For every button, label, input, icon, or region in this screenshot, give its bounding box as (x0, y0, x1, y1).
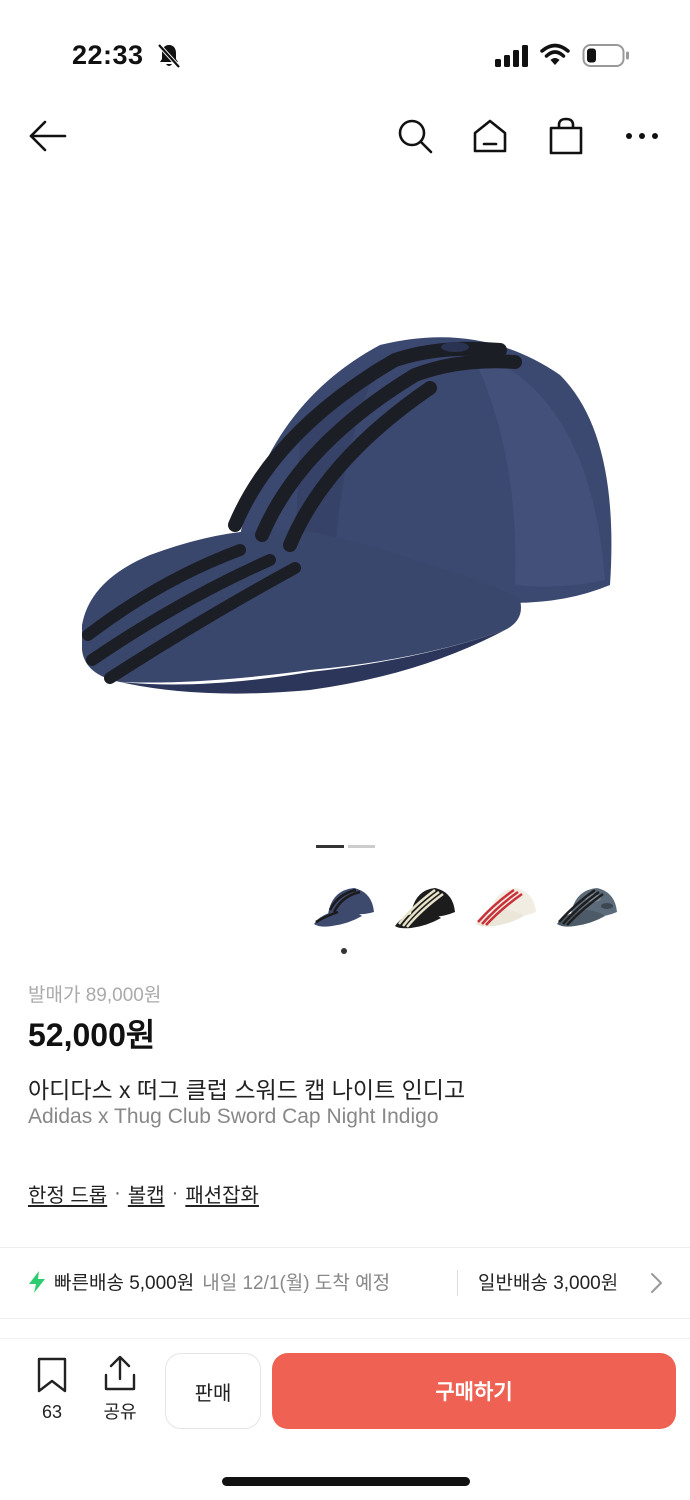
wishlist-button[interactable]: 63 (30, 1357, 74, 1423)
tag-fashion-accessories[interactable]: 패션잡화 (185, 1179, 259, 1208)
share-label: 공유 (103, 1402, 137, 1422)
more-button[interactable] (622, 116, 662, 156)
current-price: 52,000원 (28, 1017, 156, 1053)
bell-off-icon (157, 43, 181, 69)
product-name-ko: 아디다스 x 떠그 클럽 스워드 캡 나이트 인디고 (28, 1077, 466, 1103)
thumbnail-cream-red[interactable] (472, 878, 538, 936)
product-name-en: Adidas x Thug Club Sword Cap Night Indig… (28, 1105, 439, 1128)
search-icon (398, 119, 433, 154)
divider (0, 1247, 690, 1248)
home-button[interactable] (470, 116, 510, 156)
tag-separator: · (114, 1182, 121, 1204)
release-price: 발매가 89,000원 (28, 985, 162, 1006)
wifi-icon (540, 43, 570, 65)
pager-indicator-active (316, 845, 344, 848)
chevron-right-icon[interactable] (648, 1272, 664, 1294)
buy-button[interactable]: 구매하기 (272, 1353, 676, 1429)
battery-icon (582, 44, 629, 67)
color-options (310, 878, 630, 938)
status-time: 22:33 (72, 40, 144, 70)
fast-shipping-label: 빠른배송 5,000원 (54, 1273, 195, 1294)
lightning-icon (29, 1270, 45, 1293)
thumbnail-camo[interactable] (553, 878, 619, 936)
back-arrow-icon (29, 120, 67, 152)
product-tags: 한정 드롭 · 볼캡 · 패션잡화 (28, 1179, 259, 1208)
product-image[interactable] (0, 190, 690, 830)
image-pager (316, 845, 376, 849)
tag-separator: · (171, 1182, 179, 1204)
bottom-action-bar: 63 공유 판매 구매하기 (0, 1338, 690, 1438)
shopping-bag-icon (549, 117, 583, 155)
sell-button[interactable]: 판매 (165, 1353, 261, 1429)
fast-shipping[interactable]: 빠른배송 5,000원 내일 12/1(월) 도착 예정 (28, 1268, 390, 1295)
tag-ball-cap[interactable]: 볼캡 (128, 1179, 165, 1208)
status-bar: 22:33 (0, 0, 690, 110)
tag-limited-drop[interactable]: 한정 드롭 (28, 1179, 107, 1208)
shipping-separator (457, 1270, 458, 1296)
fade-overlay (610, 1260, 646, 1300)
bookmark-icon (37, 1357, 67, 1393)
thumbnail-selected-indicator (341, 948, 347, 954)
wishlist-count: 63 (41, 1402, 63, 1422)
share-button[interactable]: 공유 (98, 1355, 142, 1424)
share-icon (104, 1355, 136, 1391)
thumbnail-night-indigo[interactable] (310, 878, 376, 936)
divider (0, 1318, 690, 1319)
top-nav (0, 108, 690, 164)
fast-shipping-date: 내일 12/1(월) 도착 예정 (202, 1273, 391, 1294)
thumbnail-black[interactable] (391, 878, 457, 936)
search-button[interactable] (395, 116, 435, 156)
home-indicator[interactable] (222, 1477, 470, 1486)
back-button[interactable] (28, 116, 68, 156)
pager-indicator[interactable] (348, 845, 375, 848)
home-icon (473, 119, 507, 153)
shipping-options[interactable]: 빠른배송 5,000원 내일 12/1(월) 도착 예정 일반배송 3,000원 (0, 1250, 690, 1316)
more-icon (626, 133, 658, 139)
signal-icon (495, 45, 528, 67)
cart-button[interactable] (546, 116, 586, 156)
